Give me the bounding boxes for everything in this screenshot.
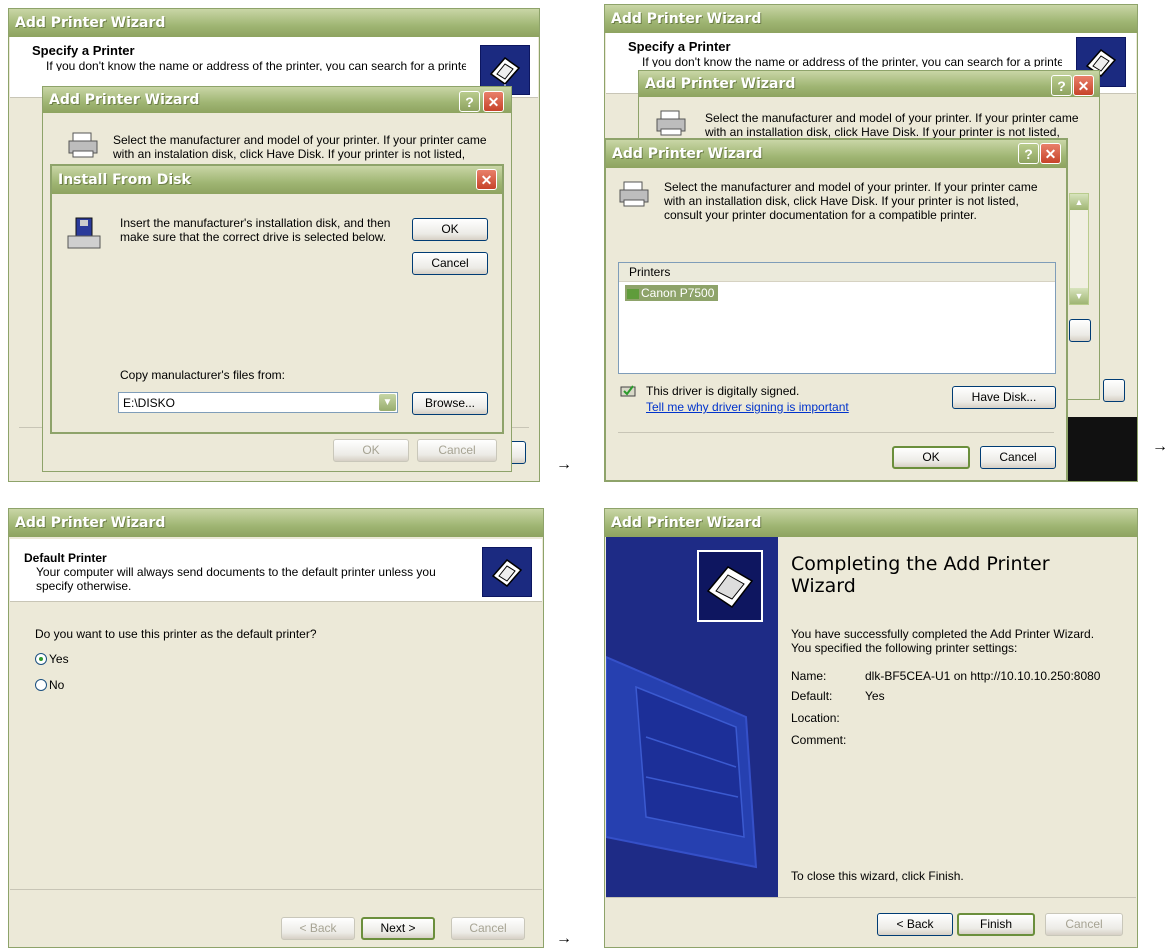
install-from-disk-close-button[interactable]: ✕ [476,169,497,190]
panel3-header-desc: Your computer will always send documents… [36,565,436,593]
printer-driver-icon [627,288,639,299]
panel1-header-title: Specify a Printer [32,43,135,58]
printer-icon [618,180,650,211]
source-path-value: E:\DISKO [123,396,176,410]
setting-comment-label: Comment: [791,733,847,747]
driver-signing-link[interactable]: Tell me why driver signing is important [646,400,849,414]
panel2-mid-window-title: Add Printer Wizard [639,71,1099,97]
printers-list-header: Printers [619,263,1055,282]
panel2-ok-button[interactable]: OK [892,446,970,469]
signed-driver-icon [620,384,636,401]
panel1-mid-cancel-button[interactable]: Cancel [417,439,497,462]
panel2-mid-scrollbar[interactable]: ▲ ▼ [1069,193,1089,305]
panel2-front-footer-divider [618,432,1054,433]
panel2-front-window-title: Add Printer Wizard [606,140,1066,168]
panel2-dark-region [1067,417,1137,481]
panel1-mid-ok-button[interactable]: OK [333,439,409,462]
have-disk-button[interactable]: Have Disk... [952,386,1056,409]
printers-list-item-label: Canon P7500 [641,286,715,300]
yes-radio[interactable] [35,653,47,665]
no-radio-label[interactable]: No [49,678,64,692]
scroll-down-icon[interactable]: ▼ [1070,288,1088,304]
install-from-disk-instructions: Insert the manufacturer's installation d… [120,216,391,244]
panel2-front-desc: Select the manufacturer and model of you… [664,180,1038,222]
wizard-printer-logo-icon [482,547,532,597]
panel1-mid-close-button[interactable]: ✕ [483,91,504,112]
source-path-combobox[interactable]: E:\DISKO ▼ [118,392,398,413]
panel4-window-title: Add Printer Wizard [605,509,1137,537]
panel3-header-title: Default Printer [24,551,107,565]
install-from-disk-dialog: Install From Disk ✕ Insert the manufactu… [50,164,504,434]
printers-list[interactable]: Printers Canon P7500 [618,262,1056,374]
panel1-mid-help-button[interactable]: ? [459,91,480,112]
panel2-front-help-button[interactable]: ? [1018,143,1039,164]
setting-default-label: Default: [791,689,833,703]
close-wizard-instruction: To close this wizard, click Finish. [791,869,964,883]
completing-heading: Completing the Add Printer Wizard [791,553,1050,597]
panel2-window-title: Add Printer Wizard [605,5,1137,33]
chevron-down-icon[interactable]: ▼ [379,394,396,411]
setting-name-label: Name: [791,669,827,683]
scroll-up-icon[interactable]: ▲ [1070,194,1088,210]
default-printer-question: Do you want to use this printer as the d… [35,627,317,641]
panel3-header: Default Printer Your computer will alway… [10,539,542,602]
panel3-cancel-button[interactable]: Cancel [451,917,525,940]
panel3-back-button[interactable]: < Back [281,917,355,940]
panel3-footer-divider [10,889,542,890]
setting-location-label: Location: [791,711,840,725]
panel2-mid-help-button[interactable]: ? [1051,75,1072,96]
setting-default-value: Yes [865,689,885,703]
install-from-disk-cancel-button[interactable]: Cancel [412,252,488,275]
printers-list-item[interactable]: Canon P7500 [625,285,719,301]
completing-intro: You have successfully completed the Add … [791,627,1095,655]
wizard-side-banner [606,537,778,897]
flow-arrow-3: → [556,930,572,947]
panel1-window-title: Add Printer Wizard [9,9,539,37]
panel2-mid-close-button[interactable]: ✕ [1073,75,1094,96]
yes-radio-label[interactable]: Yes [49,652,69,666]
printer-icon [655,109,687,140]
install-from-disk-title: Install From Disk [52,166,502,194]
disk-drive-icon [66,216,102,255]
panel3-wizard-window: Add Printer Wizard Default Printer Your … [8,508,544,948]
setting-name-value: dlk-BF5CEA-U1 on http://10.10.10.250:808… [865,669,1101,683]
panel1-mid-window-title: Add Printer Wizard [43,87,511,113]
panel3-next-button[interactable]: Next > [361,917,435,940]
panel2-header-title: Specify a Printer [628,39,731,54]
panel4-finish-button[interactable]: Finish [957,913,1035,936]
panel3-window-title: Add Printer Wizard [9,509,543,537]
flow-arrow-2: → [1152,438,1168,455]
panel2-back-edge-button[interactable] [1103,379,1125,402]
flow-arrow-1: → [556,456,572,473]
panel4-cancel-button[interactable]: Cancel [1045,913,1123,936]
install-from-disk-ok-button[interactable]: OK [412,218,488,241]
panel4-back-button[interactable]: < Back [877,913,953,936]
panel2-front-close-button[interactable]: ✕ [1040,143,1061,164]
browse-button[interactable]: Browse... [412,392,488,415]
printer-icon [67,131,99,162]
no-radio[interactable] [35,679,47,691]
panel2-mid-have-disk-button[interactable] [1069,319,1091,342]
panel4-footer-divider [606,897,1136,898]
panel2-mid-desc: Select the manufacturer and model of you… [705,111,1079,139]
panel4-wizard-window: Add Printer Wizard Completing the Add Pr… [604,508,1138,948]
copy-files-label: Copy manulacturer's files from: [120,368,286,382]
panel1-header-desc: If you don't know the name or address of… [46,59,466,71]
signed-driver-text: This driver is digitally signed. [646,384,800,398]
panel2-front-wizard-window: Add Printer Wizard ? ✕ Select the manufa… [604,138,1068,482]
panel2-header-desc: If you don't know the name or address of… [642,55,1062,67]
panel2-cancel-button[interactable]: Cancel [980,446,1056,469]
panel1-mid-desc: Select the manufacturer and model of you… [113,133,487,161]
